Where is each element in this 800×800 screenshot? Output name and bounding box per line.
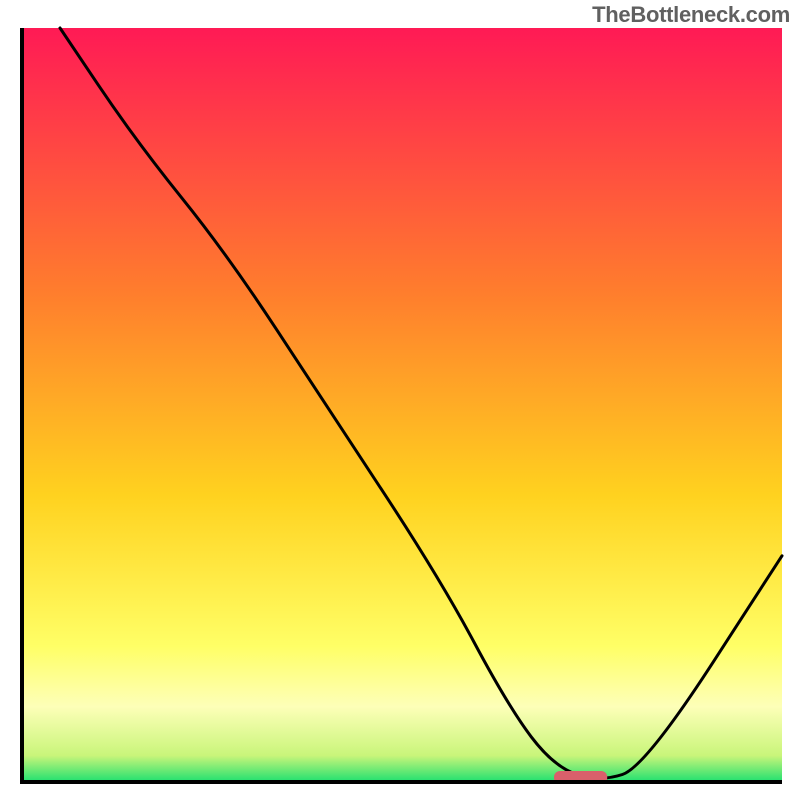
bottleneck-chart bbox=[0, 0, 800, 800]
watermark-text: TheBottleneck.com bbox=[592, 2, 790, 28]
plot-background bbox=[22, 28, 782, 782]
chart-stage: TheBottleneck.com bbox=[0, 0, 800, 800]
